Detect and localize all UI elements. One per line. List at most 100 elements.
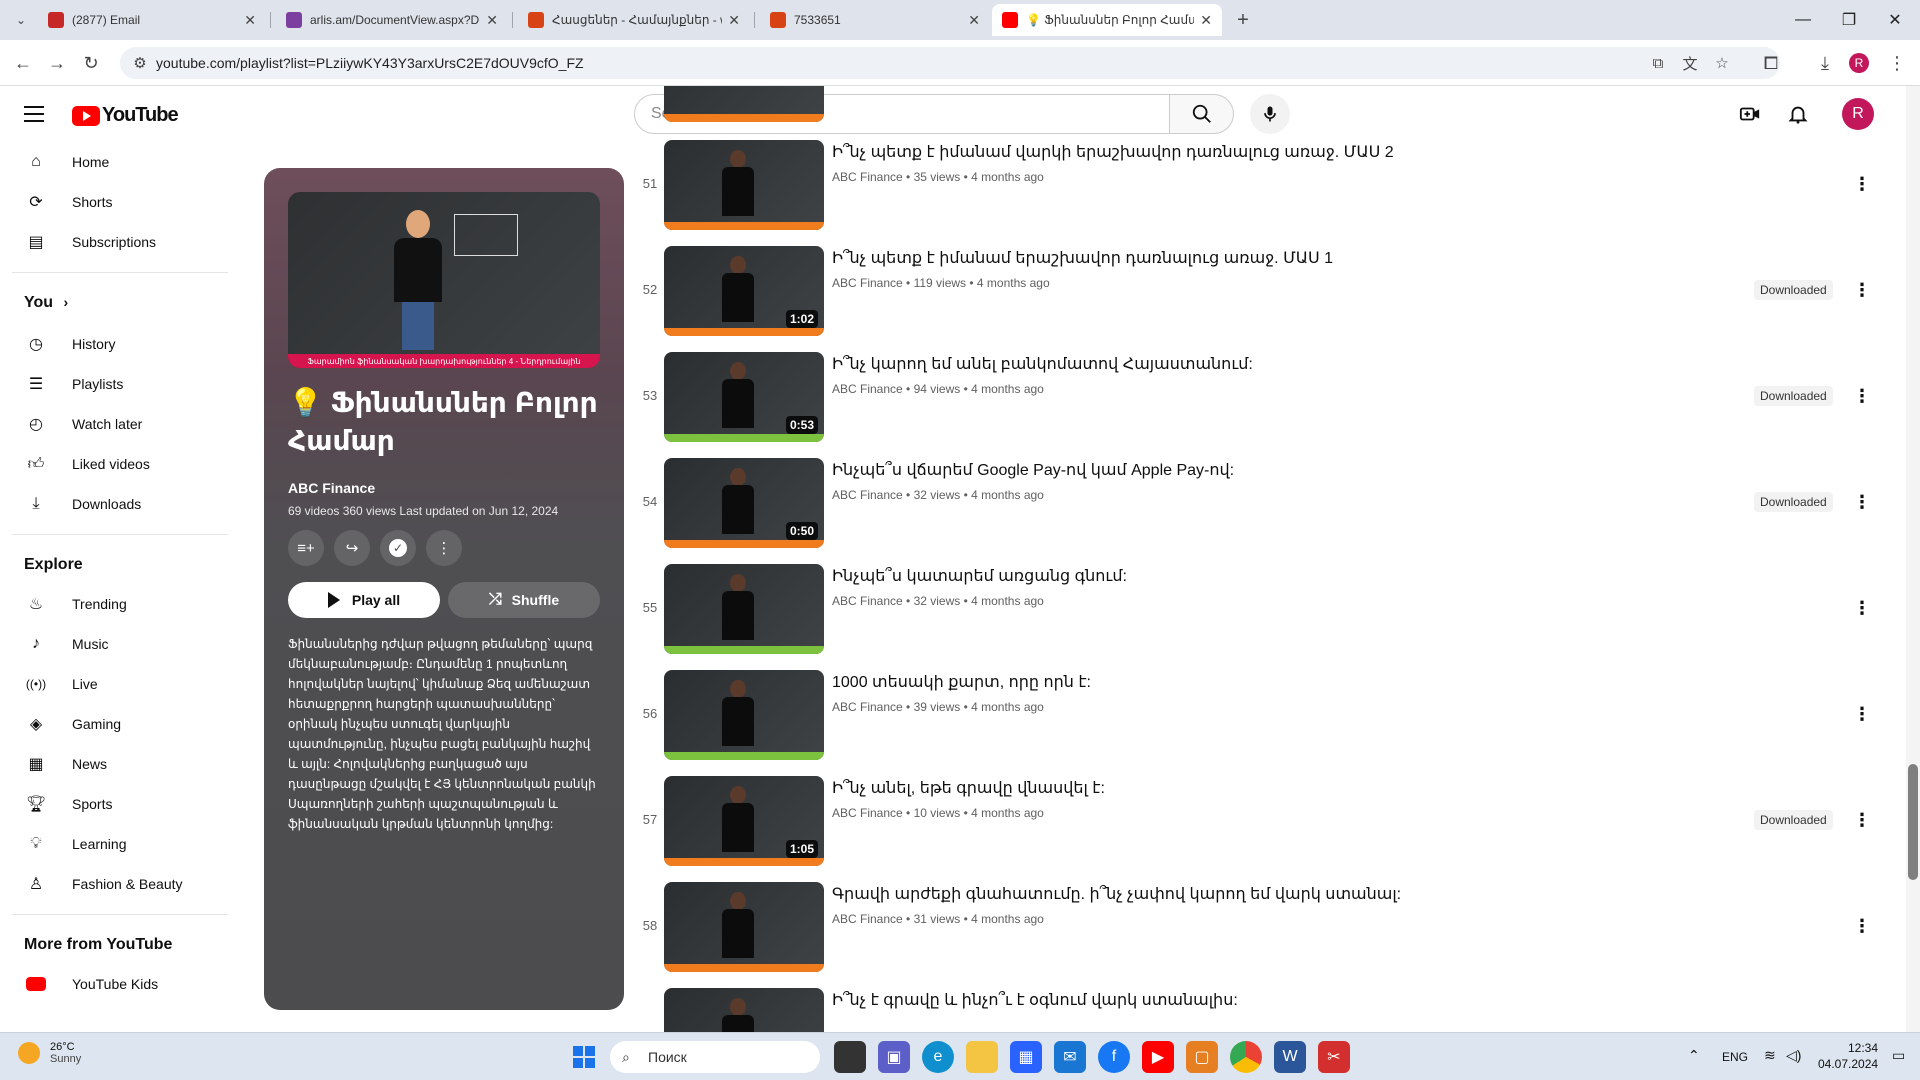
more-vert-icon[interactable]: ⋮ [1850, 596, 1874, 620]
page-scrollbar[interactable] [1906, 86, 1920, 1032]
more-vert-icon[interactable]: ⋮ [1850, 172, 1874, 196]
more-actions-button[interactable]: ⋮ [426, 530, 462, 566]
video-row[interactable]: 55 Ինչպե՞ս կատարեմ առցանց գնում: ABC Finan… [624, 564, 1894, 660]
video-row[interactable] [624, 86, 1894, 128]
extensions-icon[interactable]: ⧠ [1758, 50, 1784, 76]
video-row[interactable]: 54 0:50 Ինչպե՞ս վճարեմ Google Pay-ով կամ A… [624, 458, 1894, 554]
sidebar-you-heading[interactable]: You › [24, 294, 68, 312]
sidebar-item-subscriptions[interactable]: ▤ Subscriptions [12, 222, 228, 262]
minimize-icon[interactable]: — [1780, 0, 1826, 40]
remote-desktop-icon[interactable]: ▢ [1186, 1041, 1218, 1073]
meet-icon[interactable]: ▣ [878, 1041, 910, 1073]
download-icon[interactable]: ⤓ [1812, 50, 1838, 76]
tab-arlis[interactable]: arlis.am/DocumentView.aspx?D ✕ [276, 4, 508, 36]
windows-start-icon[interactable] [568, 1041, 600, 1073]
video-title[interactable]: Ի՞նչ կարող եմ անել բանկոմատով Հայաստանու… [832, 354, 1253, 374]
sidebar-item-gaming[interactable]: ◈ Gaming [12, 704, 228, 744]
close-icon[interactable]: ✕ [1200, 12, 1212, 29]
video-title[interactable]: Ի՞նչ պետք է իմանամ երաշխավոր դառնալուց ա… [832, 248, 1333, 268]
word-icon[interactable]: W [1274, 1041, 1306, 1073]
video-thumbnail[interactable] [664, 140, 824, 230]
play-all-button[interactable]: Play all [288, 582, 440, 618]
sidebar-item-sports[interactable]: 🏆︎ Sports [12, 784, 228, 824]
volume-icon[interactable]: ◁) [1786, 1047, 1801, 1064]
youtube-app-icon[interactable]: ▶ [1142, 1041, 1174, 1073]
browser-menu-icon[interactable]: ⋮ [1884, 50, 1910, 76]
taskbar-clock[interactable]: 12:34 04.07.2024 [1818, 1041, 1878, 1071]
youtube-logo[interactable]: YouTube [72, 104, 179, 127]
sidebar-item-playlists[interactable]: ☰ Playlists [12, 364, 228, 404]
close-icon[interactable]: ✕ [728, 12, 740, 29]
video-thumbnail[interactable] [664, 564, 824, 654]
video-row[interactable]: 58 Գրավի արժեքի գնահատումը. ի՞նչ չափով կա… [624, 882, 1894, 978]
new-tab-button[interactable]: + [1230, 7, 1256, 33]
tab-addresses[interactable]: Հասցեներ - Համայնքներ - w ✕ [518, 4, 750, 36]
video-thumbnail[interactable] [664, 988, 824, 1032]
input-language[interactable]: ENG [1722, 1050, 1748, 1064]
video-thumbnail[interactable] [664, 670, 824, 760]
video-thumbnail[interactable]: 0:53 [664, 352, 824, 442]
install-app-icon[interactable]: ⧉ [1646, 47, 1670, 79]
weather-widget[interactable]: 26°C Sunny [18, 1041, 81, 1065]
restore-icon[interactable]: ❐ [1826, 0, 1872, 40]
sidebar-item-live[interactable]: ((•)) Live [12, 664, 228, 704]
store-icon[interactable]: ▦ [1010, 1041, 1042, 1073]
video-thumbnail[interactable]: 1:02 [664, 246, 824, 336]
shuffle-button[interactable]: ⤮ Shuffle [448, 582, 600, 618]
video-title[interactable]: Գրավի արժեքի գնահատումը. ի՞նչ չափով կարո… [832, 884, 1401, 904]
more-vert-icon[interactable]: ⋮ [1850, 278, 1874, 302]
notification-center-icon[interactable]: ▭ [1892, 1047, 1905, 1064]
video-title[interactable]: Ի՞նչ է գրավը և ինչո՞ւ է օգնում վարկ ստան… [832, 990, 1238, 1010]
mail-app-icon[interactable]: ✉ [1054, 1041, 1086, 1073]
translate-icon[interactable]: 文 [1678, 47, 1702, 79]
playlist-thumbnail[interactable]: Ֆարամիոն ֆինանսական խարդախություններ 4 -… [288, 192, 600, 368]
snipping-tool-icon[interactable]: ✂ [1318, 1041, 1350, 1073]
address-input[interactable]: youtube.com/playlist?list=PLziiywKY43Y3a… [120, 47, 1780, 79]
wifi-icon[interactable]: ≋ [1764, 1047, 1776, 1064]
video-row[interactable]: 57 1:05 Ի՞նչ անել, եթե գրավը վնասվել է: ABC… [624, 776, 1894, 872]
sidebar-item-music[interactable]: ♪ Music [12, 624, 228, 664]
sidebar-item-watch-later[interactable]: ◴ Watch later [12, 404, 228, 444]
video-title[interactable]: Ինչպե՞ս կատարեմ առցանց գնում: [832, 566, 1127, 586]
sidebar-item-trending[interactable]: ♨ Trending [12, 584, 228, 624]
video-row[interactable]: Ի՞նչ է գրավը և ինչո՞ւ է օգնում վարկ ստան… [624, 988, 1894, 1032]
more-vert-icon[interactable]: ⋮ [1850, 914, 1874, 938]
back-icon[interactable]: ← [10, 50, 36, 76]
sidebar-item-liked-videos[interactable]: 👍︎ Liked videos [12, 444, 228, 484]
video-title[interactable]: 1000 տեսակի քարտ, որը որն է: [832, 672, 1091, 692]
video-thumbnail[interactable] [664, 882, 824, 972]
save-to-playlist-button[interactable]: ≡+ [288, 530, 324, 566]
tab-email[interactable]: (2877) Email ✕ [38, 4, 266, 36]
sidebar-item-learning[interactable]: 💡︎ Learning [12, 824, 228, 864]
hamburger-menu-icon[interactable] [24, 106, 44, 127]
chrome-icon[interactable] [1230, 1041, 1262, 1073]
more-vert-icon[interactable]: ⋮ [1850, 490, 1874, 514]
video-title[interactable]: Ի՞նչ անել, եթե գրավը վնասվել է: [832, 778, 1105, 798]
sidebar-item-news[interactable]: ▦ News [12, 744, 228, 784]
taskbar-search-input[interactable]: ⌕ Поиск [610, 1041, 820, 1073]
close-icon[interactable]: ✕ [486, 12, 498, 29]
facebook-icon[interactable]: f [1098, 1041, 1130, 1073]
video-row[interactable]: 53 0:53 Ի՞նչ կարող եմ անել բանկոմատով Հայա… [624, 352, 1894, 448]
more-vert-icon[interactable]: ⋮ [1850, 384, 1874, 408]
task-view-icon[interactable] [834, 1041, 866, 1073]
playlist-owner[interactable]: ABC Finance [288, 480, 375, 496]
reload-icon[interactable]: ↻ [78, 50, 104, 76]
share-button[interactable]: ↪ [334, 530, 370, 566]
profile-avatar[interactable]: R [1846, 50, 1872, 76]
video-title[interactable]: Ի՞նչ պետք է իմանամ վարկի երաշխավոր դառնա… [832, 142, 1394, 162]
sidebar-item-downloads[interactable]: ⤓ Downloads [12, 484, 228, 524]
sidebar-item-fashion-beauty[interactable]: ♙ Fashion & Beauty [12, 864, 228, 904]
site-info-icon[interactable]: ⚙ [128, 47, 152, 79]
close-icon[interactable]: ✕ [968, 12, 980, 29]
tab-7533651[interactable]: 7533651 ✕ [760, 4, 990, 36]
video-title[interactable]: Ինչպե՞ս վճարեմ Google Pay-ով կամ Apple P… [832, 460, 1234, 480]
video-row[interactable]: 56 1000 տեսակի քարտ, որը որն է: ABC Financ… [624, 670, 1894, 766]
sidebar-item-history[interactable]: ◷ History [12, 324, 228, 364]
edge-icon[interactable]: e [922, 1041, 954, 1073]
video-thumbnail[interactable] [664, 86, 824, 122]
video-thumbnail[interactable]: 1:05 [664, 776, 824, 866]
more-vert-icon[interactable]: ⋮ [1850, 702, 1874, 726]
close-window-icon[interactable]: ✕ [1872, 0, 1918, 40]
sidebar-item-shorts[interactable]: ⟳ Shorts [12, 182, 228, 222]
